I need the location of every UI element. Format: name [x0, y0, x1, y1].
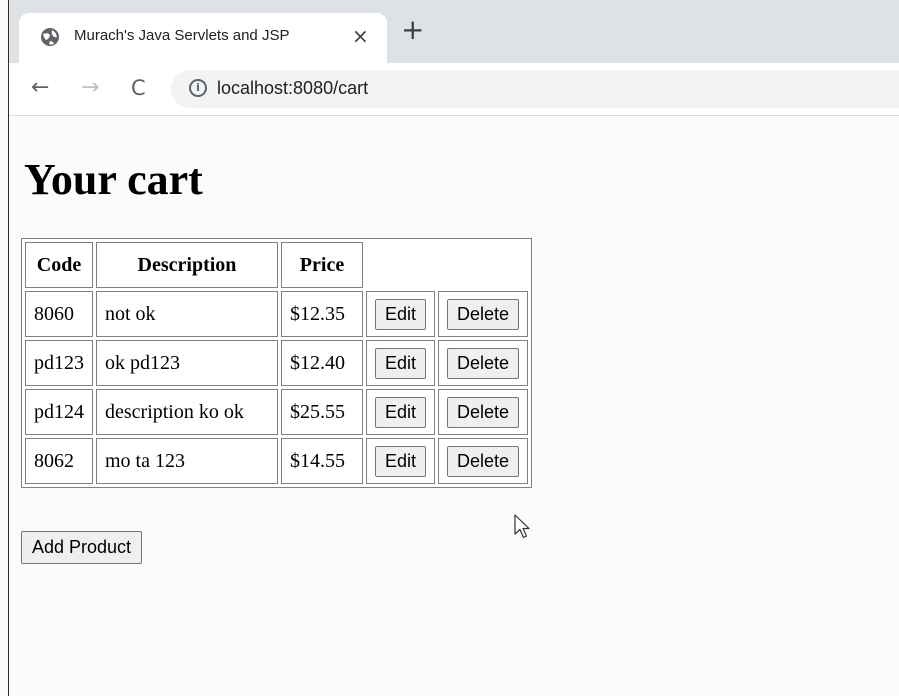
- edit-button[interactable]: Edit: [375, 396, 427, 428]
- edit-button[interactable]: Edit: [375, 347, 427, 379]
- browser-toolbar: ← → C i localhost:8080/cart: [9, 63, 899, 116]
- edit-cell: Edit: [366, 340, 436, 386]
- cell-description: not ok: [96, 291, 278, 337]
- mouse-pointer-icon: [514, 514, 530, 539]
- table-row: 8060 not ok $12.35 Edit Delete: [25, 291, 529, 337]
- edit-cell: Edit: [366, 438, 436, 484]
- cell-price: $12.40: [281, 340, 363, 386]
- cell-price: $25.55: [281, 389, 363, 435]
- delete-cell: Delete: [438, 389, 529, 435]
- new-tab-button[interactable]: +: [401, 16, 424, 44]
- cell-code: pd123: [25, 340, 93, 386]
- cell-description: mo ta 123: [96, 438, 278, 484]
- delete-button[interactable]: Delete: [447, 445, 520, 477]
- column-header-price: Price: [281, 242, 363, 288]
- reload-icon[interactable]: C: [131, 76, 146, 100]
- delete-button[interactable]: Delete: [447, 347, 520, 379]
- delete-cell: Delete: [438, 291, 529, 337]
- table-row: 8062 mo ta 123 $14.55 Edit Delete: [25, 438, 529, 484]
- cart-table: Code Description Price 8060 not ok $12.3…: [21, 238, 533, 488]
- delete-button[interactable]: Delete: [447, 396, 520, 428]
- table-row: pd124 description ko ok $25.55 Edit Dele…: [25, 389, 529, 435]
- cell-price: $12.35: [281, 291, 363, 337]
- edit-cell: Edit: [366, 389, 436, 435]
- cell-code: pd124: [25, 389, 93, 435]
- delete-cell: Delete: [438, 340, 529, 386]
- edit-button[interactable]: Edit: [375, 298, 427, 330]
- browser-tab[interactable]: Murach's Java Servlets and JSP ×: [19, 13, 387, 63]
- cell-description: description ko ok: [96, 389, 278, 435]
- cell-description: ok pd123: [96, 340, 278, 386]
- address-bar[interactable]: i localhost:8080/cart: [171, 70, 899, 108]
- browser-window: Murach's Java Servlets and JSP × + ← → C…: [8, 0, 899, 696]
- forward-arrow-icon[interactable]: →: [81, 76, 99, 100]
- header-spacer: [366, 242, 528, 288]
- tab-strip: Murach's Java Servlets and JSP × +: [9, 0, 899, 63]
- add-product-button[interactable]: Add Product: [21, 531, 143, 564]
- delete-button[interactable]: Delete: [447, 298, 520, 330]
- edit-cell: Edit: [366, 291, 436, 337]
- page-title: Your cart: [24, 155, 203, 204]
- page-content: Your cart Code Description Price 8060 no…: [9, 116, 899, 696]
- column-header-description: Description: [96, 242, 278, 288]
- delete-cell: Delete: [438, 438, 529, 484]
- cell-price: $14.55: [281, 438, 363, 484]
- close-icon[interactable]: ×: [352, 24, 369, 48]
- cell-code: 8062: [25, 438, 93, 484]
- table-row: pd123 ok pd123 $12.40 Edit Delete: [25, 340, 529, 386]
- edit-button[interactable]: Edit: [375, 445, 427, 477]
- table-header-row: Code Description Price: [25, 242, 528, 288]
- url-text[interactable]: localhost:8080/cart: [217, 78, 368, 99]
- column-header-code: Code: [25, 242, 93, 288]
- globe-icon: [41, 28, 59, 46]
- tab-title: Murach's Java Servlets and JSP: [74, 27, 290, 44]
- back-arrow-icon[interactable]: ←: [31, 76, 49, 100]
- cell-code: 8060: [25, 291, 93, 337]
- info-icon[interactable]: i: [189, 79, 207, 97]
